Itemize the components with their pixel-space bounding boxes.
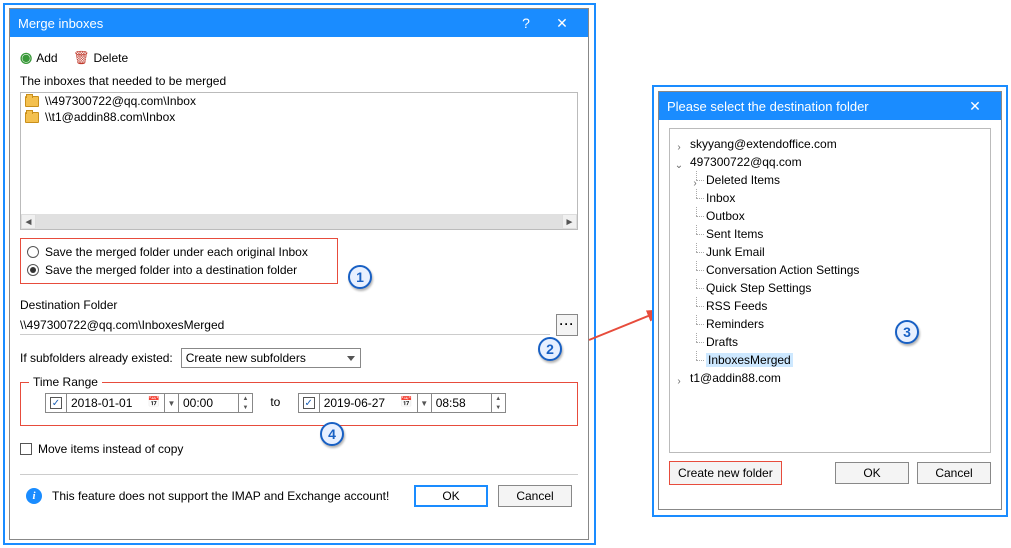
window-title: Merge inboxes xyxy=(18,16,103,31)
radio-destination-folder[interactable]: Save the merged folder into a destinatio… xyxy=(27,261,331,279)
list-item[interactable]: \\497300722@qq.com\Inbox xyxy=(21,93,577,109)
tree-account[interactable]: ⌄497300722@qq.com ›Deleted Items Inbox O… xyxy=(674,153,986,369)
to-date-input[interactable]: 2019-06-27 📅 xyxy=(320,393,418,413)
ok-button[interactable]: OK xyxy=(835,462,909,484)
from-time-input[interactable]: 00:00 xyxy=(179,393,239,413)
move-instead-checkbox[interactable]: Move items instead of copy xyxy=(20,442,578,456)
folder-icon xyxy=(25,112,39,123)
to-enable-checkbox[interactable]: ✓ xyxy=(298,393,320,413)
trash-icon: 🗑 xyxy=(73,50,90,66)
tree-folder-selected[interactable]: InboxesMerged xyxy=(690,351,986,369)
add-label: Add xyxy=(36,51,57,65)
subfolders-combo[interactable]: Create new subfolders xyxy=(181,348,361,368)
destination-folder-dialog: Please select the destination folder ✕ ›… xyxy=(658,91,1002,510)
from-date-dropdown[interactable]: ▼ xyxy=(165,393,179,413)
cancel-button[interactable]: Cancel xyxy=(498,485,572,507)
horizontal-scrollbar[interactable]: ◄ ► xyxy=(21,214,577,229)
callout-4: 4 xyxy=(320,422,344,446)
radio-icon xyxy=(27,264,39,276)
radio-label: Save the merged folder into a destinatio… xyxy=(45,263,297,277)
help-button[interactable]: ? xyxy=(508,15,544,31)
cancel-button[interactable]: Cancel xyxy=(917,462,991,484)
titlebar-picker: Please select the destination folder ✕ xyxy=(659,92,1001,120)
tree-folder[interactable]: Conversation Action Settings xyxy=(690,261,986,279)
inbox-list-label: The inboxes that needed to be merged xyxy=(20,72,578,92)
info-text: This feature does not support the IMAP a… xyxy=(52,489,389,503)
subfolders-label: If subfolders already existed: xyxy=(20,351,173,365)
scroll-left-icon[interactable]: ◄ xyxy=(21,214,36,229)
callout-2: 2 xyxy=(538,337,562,361)
create-new-folder-button[interactable]: Create new folder xyxy=(669,461,782,485)
radio-label: Save the merged folder under each origin… xyxy=(45,245,308,259)
time-range-legend: Time Range xyxy=(29,375,102,389)
from-date-group: ✓ 2018-01-01 📅 ▼ 00:00 ▲▼ xyxy=(45,393,253,413)
scroll-track[interactable] xyxy=(36,214,562,229)
time-range-fieldset: Time Range ✓ 2018-01-01 📅 ▼ 00:00 ▲▼ to … xyxy=(20,382,578,426)
tree-account[interactable]: ›t1@addin88.com xyxy=(674,369,986,387)
browse-button[interactable]: ··· xyxy=(556,314,578,336)
delete-button[interactable]: 🗑 Delete xyxy=(73,50,128,66)
combo-value: Create new subfolders xyxy=(186,351,306,365)
merge-inboxes-dialog: Merge inboxes ? ✕ ◉ Add 🗑 Delete The inb… xyxy=(9,8,589,540)
from-enable-checkbox[interactable]: ✓ xyxy=(45,393,67,413)
from-date-input[interactable]: 2018-01-01 📅 xyxy=(67,393,165,413)
calendar-icon: 📅 xyxy=(148,397,160,408)
tree-folder[interactable]: ›Deleted Items xyxy=(690,171,986,189)
info-icon: i xyxy=(26,488,42,504)
tree-folder[interactable]: Drafts xyxy=(690,333,986,351)
add-button[interactable]: ◉ Add xyxy=(20,49,58,66)
callout-1: 1 xyxy=(348,265,372,289)
inbox-path: \\t1@addin88.com\Inbox xyxy=(45,110,175,124)
plus-icon: ◉ xyxy=(20,49,32,66)
tree-folder[interactable]: Sent Items xyxy=(690,225,986,243)
list-item[interactable]: \\t1@addin88.com\Inbox xyxy=(21,109,577,125)
ok-button[interactable]: OK xyxy=(414,485,488,507)
radio-icon xyxy=(27,246,39,258)
tree-folder[interactable]: RSS Feeds xyxy=(690,297,986,315)
to-time-input[interactable]: 08:58 xyxy=(432,393,492,413)
to-date-group: ✓ 2019-06-27 📅 ▼ 08:58 ▲▼ xyxy=(298,393,506,413)
picker-footer: Create new folder OK Cancel xyxy=(659,453,1001,493)
tree-folder[interactable]: Inbox xyxy=(690,189,986,207)
inbox-path: \\497300722@qq.com\Inbox xyxy=(45,94,196,108)
tree-folder[interactable]: Outbox xyxy=(690,207,986,225)
tree-account[interactable]: ›skyyang@extendoffice.com xyxy=(674,135,986,153)
save-mode-group: Save the merged folder under each origin… xyxy=(20,238,338,284)
destination-input[interactable]: \\497300722@qq.com\InboxesMerged xyxy=(20,316,550,335)
dialog-footer: i This feature does not support the IMAP… xyxy=(20,474,578,513)
inbox-list[interactable]: \\497300722@qq.com\Inbox \\t1@addin88.co… xyxy=(20,92,578,230)
picker-title: Please select the destination folder xyxy=(667,99,869,114)
destination-label: Destination Folder xyxy=(20,298,578,312)
to-label: to xyxy=(256,395,294,409)
close-button[interactable]: ✕ xyxy=(957,98,993,115)
tree-folder[interactable]: Junk Email xyxy=(690,243,986,261)
folder-tree[interactable]: ›skyyang@extendoffice.com ⌄497300722@qq.… xyxy=(669,128,991,453)
delete-label: Delete xyxy=(93,51,128,65)
scroll-right-icon[interactable]: ► xyxy=(562,214,577,229)
radio-under-original[interactable]: Save the merged folder under each origin… xyxy=(27,243,331,261)
to-date-dropdown[interactable]: ▼ xyxy=(418,393,432,413)
close-button[interactable]: ✕ xyxy=(544,15,580,32)
toolbar: ◉ Add 🗑 Delete xyxy=(20,45,578,72)
move-label: Move items instead of copy xyxy=(38,442,183,456)
tree-folder[interactable]: Reminders xyxy=(690,315,986,333)
folder-icon xyxy=(25,96,39,107)
tree-folder[interactable]: Quick Step Settings xyxy=(690,279,986,297)
calendar-icon: 📅 xyxy=(400,397,412,408)
callout-3: 3 xyxy=(895,320,919,344)
titlebar-main: Merge inboxes ? ✕ xyxy=(10,9,588,37)
checkbox-icon xyxy=(20,443,32,455)
from-time-spinner[interactable]: ▲▼ xyxy=(239,393,253,413)
to-time-spinner[interactable]: ▲▼ xyxy=(492,393,506,413)
collapse-icon[interactable]: ⌄ xyxy=(674,157,684,175)
expand-icon[interactable]: › xyxy=(674,373,684,391)
